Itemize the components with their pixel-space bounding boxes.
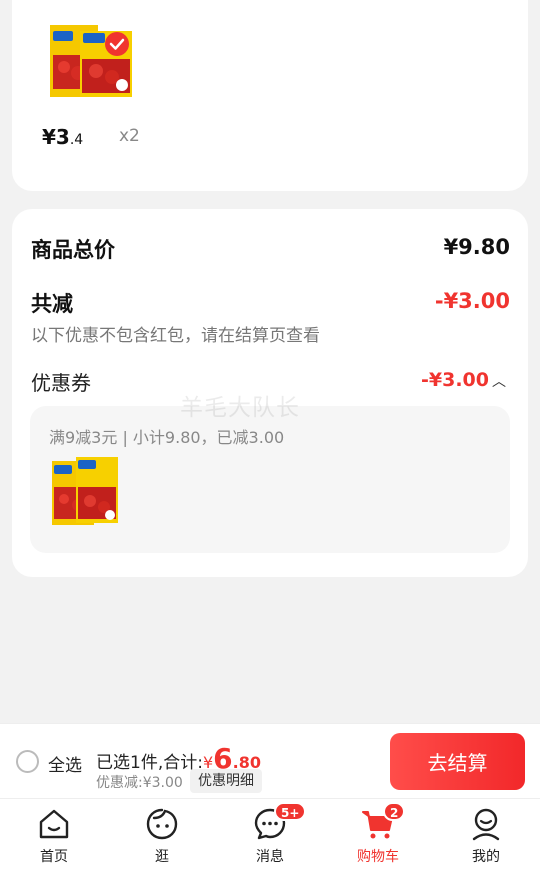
tab-profile-label: 我的 (472, 849, 500, 865)
item-quantity: x2 (119, 126, 140, 146)
tab-cart[interactable]: 2 购物车 (338, 799, 418, 873)
tab-browse-label: 逛 (155, 849, 169, 865)
coupon-product-image (52, 457, 118, 527)
home-icon (39, 809, 69, 839)
coupon-toggle[interactable]: -¥3.00 ︿ (421, 369, 506, 391)
select-all-label[interactable]: 全选 (48, 751, 82, 776)
discount-detail-button[interactable]: 优惠明细 (190, 769, 262, 793)
browse-icon (146, 808, 178, 840)
item-price-dec: .4 (69, 132, 84, 148)
tab-home[interactable]: 首页 (14, 799, 94, 873)
selected-check-icon[interactable] (104, 31, 130, 57)
coupon-detail-box: 满9减3元 | 小计9.80，已减3.00 (30, 406, 510, 553)
bottom-tab-bar: 首页 逛 5+ 消息 2 购物车 我的 (0, 798, 540, 873)
tab-messages-label: 消息 (256, 849, 284, 865)
coupon-value: -¥3.00 (421, 369, 489, 391)
selected-summary: 已选1件,合计: (96, 753, 203, 773)
discount-summary: 优惠减:¥3.00 (96, 775, 183, 791)
profile-icon (472, 808, 500, 841)
tab-messages[interactable]: 5+ 消息 (230, 799, 310, 873)
checkout-bar: 全选 已选1件,合计:¥6.80 优惠减:¥3.00 优惠明细 去结算 (0, 723, 540, 798)
tab-home-label: 首页 (40, 849, 68, 865)
cart-badge: 2 (383, 802, 406, 821)
discount-label: 共减 (31, 292, 73, 316)
watermark: 羊毛大队长 (180, 395, 300, 421)
checkout-button[interactable]: 去结算 (390, 733, 525, 790)
tab-browse[interactable]: 逛 (122, 799, 202, 873)
coupon-description: 满9减3元 | 小计9.80，已减3.00 (49, 428, 285, 447)
goods-total-label: 商品总价 (31, 238, 115, 262)
goods-total-value: ¥9.80 (443, 235, 510, 259)
messages-badge: 5+ (274, 802, 307, 821)
cart-item-card: ¥3.4 x2 (12, 0, 528, 191)
discount-value: -¥3.00 (434, 289, 510, 313)
tab-profile[interactable]: 我的 (446, 799, 526, 873)
discount-note: 以下优惠不包含红包，请在结算页查看 (31, 326, 320, 346)
coupon-label: 优惠券 (31, 371, 91, 395)
select-all-radio[interactable] (16, 750, 39, 773)
tab-cart-label: 购物车 (357, 849, 399, 865)
item-price: ¥3.4 (42, 125, 83, 149)
chevron-up-icon: ︿ (492, 374, 506, 390)
item-price-int: ¥3 (42, 125, 70, 149)
